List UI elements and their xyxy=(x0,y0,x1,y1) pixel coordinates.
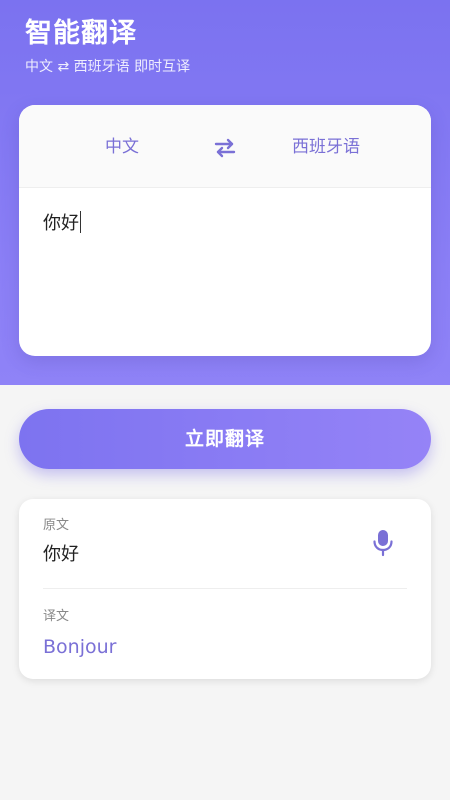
text-caret xyxy=(80,211,81,233)
source-language-button[interactable]: 中文 xyxy=(105,136,139,158)
target-language-button[interactable]: 西班牙语 xyxy=(292,136,360,158)
translation-text: Bonjour xyxy=(43,636,117,658)
original-text: 你好 xyxy=(43,544,79,565)
microphone-icon[interactable] xyxy=(372,529,394,557)
translation-label: 译文 xyxy=(43,609,70,624)
app-subtitle: 中文 ⇄ 西班牙语 即时互译 xyxy=(25,59,191,75)
language-selector-bar: 中文 西班牙语 xyxy=(19,105,431,188)
result-divider xyxy=(43,588,407,589)
source-text-input[interactable]: 你好 xyxy=(43,211,407,331)
original-label: 原文 xyxy=(43,518,70,533)
translator-screen: 智能翻译 中文 ⇄ 西班牙语 即时互译 中文 西班牙语 你好 立即翻译 原文 你… xyxy=(0,0,450,800)
result-card: 原文 你好 译文 Bonjour xyxy=(19,499,431,679)
swap-languages-icon[interactable] xyxy=(213,137,237,159)
app-title: 智能翻译 xyxy=(25,18,137,49)
source-text-value: 你好 xyxy=(43,213,79,234)
input-card: 中文 西班牙语 你好 xyxy=(19,105,431,356)
translate-button[interactable]: 立即翻译 xyxy=(19,409,431,469)
